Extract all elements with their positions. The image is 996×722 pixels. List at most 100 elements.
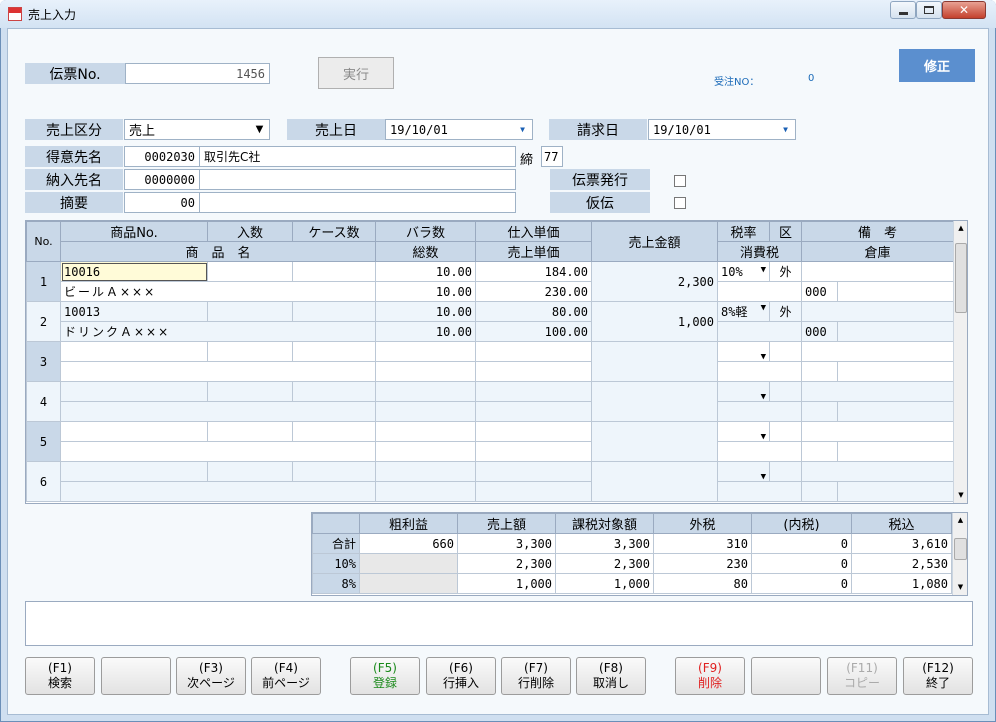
dropdown-arrow-icon[interactable]: ▼ [761,265,766,275]
case-cell[interactable] [292,381,376,402]
fkey-button-1[interactable]: (F1) 検索 [25,657,95,695]
scroll-up-arrow-icon[interactable]: ▲ [953,513,967,528]
seikyu-bi-field[interactable]: 19/10/01 ▼ [648,119,796,140]
uriage-kubun-select[interactable]: 売上 ▼ [124,119,270,140]
uriage-tanka-cell[interactable]: 230.00 [475,281,592,302]
zeiritsu-cell[interactable]: ▼ [717,421,770,442]
ku-cell[interactable]: 外 [769,261,802,282]
zeiritsu-cell[interactable]: 10% ▼ [717,261,770,282]
uriage-tanka-cell[interactable] [475,401,592,422]
dropdown-arrow-icon[interactable]: ▼ [251,121,268,138]
uriage-tanka-cell[interactable] [475,481,592,502]
ku-cell[interactable] [769,341,802,362]
calendar-dropdown-icon[interactable]: ▼ [777,121,794,138]
close-button[interactable]: ✕ [942,1,986,19]
ku-cell[interactable] [769,421,802,442]
zeiritsu-cell[interactable]: ▼ [717,461,770,482]
shohin-code-cell[interactable]: 10016 [60,261,208,282]
dropdown-arrow-icon[interactable]: ▼ [761,432,766,441]
shiire-tanka-cell[interactable]: 184.00 [475,261,592,282]
fkey-button-5[interactable]: (F5) 登録 [350,657,420,695]
case-cell[interactable] [292,341,376,362]
nonyu-code-field[interactable]: 0000000 [124,169,200,190]
run-button[interactable]: 実行 [318,57,394,89]
minimize-button[interactable] [890,1,916,19]
uriage-tanka-cell[interactable] [475,361,592,382]
dropdown-arrow-icon[interactable]: ▼ [761,303,766,313]
shohin-code-cell[interactable]: 10013 [60,301,208,322]
shiire-tanka-cell[interactable] [475,381,592,402]
biko-cell[interactable] [800,301,955,322]
fkey-button-9[interactable]: (F9) 削除 [675,657,745,695]
denpyo-hakko-checkbox[interactable] [674,175,686,187]
fkey-button-4[interactable]: (F4) 前ページ [251,657,321,695]
irisu-cell[interactable] [207,341,293,362]
bara-cell[interactable] [375,421,476,442]
ku-cell[interactable] [769,461,802,482]
shohin-name-cell[interactable]: ビールＡ××× [60,281,376,302]
biko-cell[interactable] [800,421,955,442]
scroll-up-arrow-icon[interactable]: ▲ [954,221,967,236]
bara-cell[interactable] [375,461,476,482]
fkey-button-3[interactable]: (F3) 次ページ [176,657,246,695]
uriage-bi-field[interactable]: 19/10/01 ▼ [385,119,533,140]
soko-cell[interactable] [801,401,838,422]
calendar-dropdown-icon[interactable]: ▼ [514,121,531,138]
soko-cell[interactable] [801,441,838,462]
fkey-button-7[interactable]: (F7) 行削除 [501,657,571,695]
shohin-name-cell[interactable] [60,441,376,462]
shohin-name-cell[interactable]: ドリンクＡ××× [60,321,376,342]
tokuisaki-name-field[interactable]: 取引先C社 [199,146,516,167]
uriage-tanka-cell[interactable]: 100.00 [475,321,592,342]
fkey-button-12[interactable]: (F12) 終了 [903,657,973,695]
irisu-cell[interactable] [207,461,293,482]
shohin-code-cell[interactable] [60,421,208,442]
ku-cell[interactable]: 外 [769,301,802,322]
grid-vertical-scrollbar[interactable]: ▲ ▼ [953,221,967,503]
scroll-down-arrow-icon[interactable]: ▼ [953,580,967,595]
shohin-name-cell[interactable] [60,401,376,422]
uriage-tanka-cell[interactable] [475,441,592,462]
shohin-code-cell[interactable] [60,381,208,402]
shiire-tanka-cell[interactable] [475,421,592,442]
karaden-checkbox[interactable] [674,197,686,209]
soko-cell[interactable]: 000 [801,281,838,302]
case-cell[interactable] [292,261,376,282]
denpyo-no-field[interactable]: 1456 [125,63,270,84]
fkey-button-6[interactable]: (F6) 行挿入 [426,657,496,695]
irisu-cell[interactable] [207,381,293,402]
zeiritsu-cell[interactable]: 8%軽 ▼ [717,301,770,322]
irisu-cell[interactable] [207,421,293,442]
dropdown-arrow-icon[interactable]: ▼ [761,472,766,481]
scroll-thumb[interactable] [954,538,967,560]
tokuisaki-code-field[interactable]: 0002030 [124,146,200,167]
shiire-tanka-cell[interactable] [475,341,592,362]
zeiritsu-cell[interactable]: ▼ [717,381,770,402]
bara-cell[interactable]: 10.00 [375,301,476,322]
bara-cell[interactable] [375,341,476,362]
dropdown-arrow-icon[interactable]: ▼ [761,352,766,361]
soko-cell[interactable] [801,361,838,382]
shiire-tanka-cell[interactable]: 80.00 [475,301,592,322]
totals-vertical-scrollbar[interactable]: ▲ ▼ [952,513,967,595]
soko-cell[interactable] [801,481,838,502]
shohin-name-cell[interactable] [60,481,376,502]
biko-cell[interactable] [800,261,955,282]
scroll-down-arrow-icon[interactable]: ▼ [954,488,967,503]
fkey-button-2[interactable] [101,657,171,695]
case-cell[interactable] [292,421,376,442]
soko-cell[interactable]: 000 [801,321,838,342]
biko-cell[interactable] [800,341,955,362]
dropdown-arrow-icon[interactable]: ▼ [761,392,766,401]
tekiyo-code-field[interactable]: 00 [124,192,200,213]
biko-cell[interactable] [800,461,955,482]
bara-cell[interactable] [375,381,476,402]
irisu-cell[interactable] [207,301,293,322]
zeiritsu-cell[interactable]: ▼ [717,341,770,362]
shime-field[interactable]: 77 [541,146,563,167]
fkey-button-11[interactable]: (F11) コピー [827,657,897,695]
shohin-code-cell[interactable] [60,341,208,362]
shohin-name-cell[interactable] [60,361,376,382]
nonyu-name-field[interactable] [199,169,516,190]
shohin-code-cell[interactable] [60,461,208,482]
